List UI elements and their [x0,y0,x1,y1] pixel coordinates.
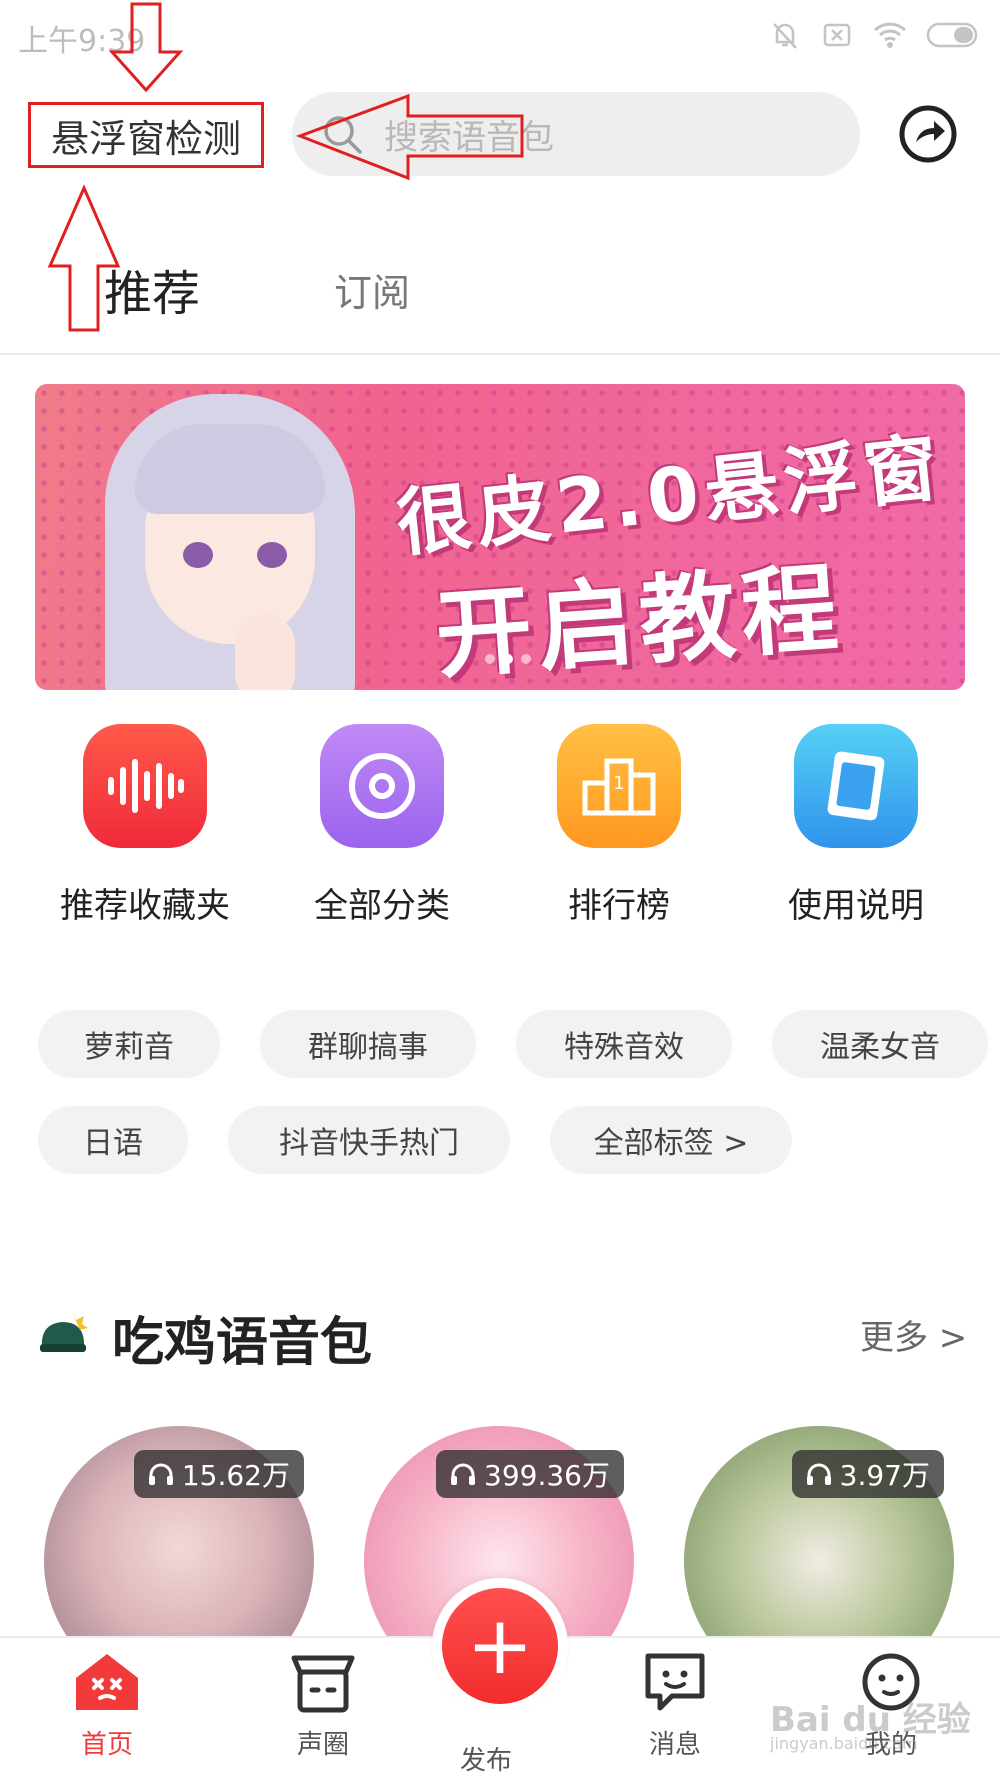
banner-character-eye [183,542,213,568]
headphones-icon [148,1463,173,1485]
tag-chip[interactable]: 日语 [38,1106,188,1174]
banner-pager [485,654,531,664]
voice-pack-card[interactable]: 3.97万 [678,1420,958,1640]
floating-window-check-label[interactable]: 悬浮窗检测 [28,102,264,168]
sim-off-icon [823,23,851,47]
search-icon [324,116,362,154]
banner-character-eye [257,542,287,568]
tag-chip[interactable]: 萝莉音 [38,1010,220,1078]
quick-entry-favorites[interactable]: 推荐收藏夹 [60,724,230,927]
quick-entry-label: 全部分类 [314,886,450,926]
quick-entry-ranking[interactable]: 1 排行榜 [534,724,704,927]
promo-banner[interactable]: 很皮2.0悬浮窗 开启教程 [35,384,965,690]
quick-entry-guide[interactable]: 使用说明 [771,724,941,927]
nav-circle-label: 声圈 [296,1730,349,1760]
svg-text:1: 1 [613,773,624,794]
waveform-icon [83,724,207,848]
listen-count-badge: 399.36万 [436,1450,624,1498]
nav-messages-label: 消息 [648,1730,701,1760]
tag-chip[interactable]: 温柔女音 [772,1010,988,1078]
quick-entry-label: 排行榜 [568,886,670,926]
pager-dot [521,654,531,664]
all-tags-chip[interactable]: 全部标签 > [550,1106,792,1174]
mute-bell-icon [773,23,797,49]
nav-home[interactable]: 首页 [42,1650,172,1761]
banner-subheadline: 开启教程 [432,551,848,690]
banner-character-bangs [135,424,325,514]
pager-dot [485,654,495,664]
voice-circle-icon [291,1655,355,1713]
quick-entry-label: 使用说明 [788,886,924,926]
plus-icon: + [442,1588,558,1704]
quick-entry-categories[interactable]: 全部分类 [297,724,467,927]
tabs-divider [0,353,1000,355]
search-placeholder: 搜索语音包 [384,117,554,158]
tag-chip[interactable]: 特殊音效 [516,1010,732,1078]
publish-button[interactable]: + [432,1578,568,1714]
status-time: 上午9:39 [18,24,146,59]
home-icon [76,1654,138,1710]
header-title: 悬浮窗检测 [50,116,241,161]
battery-icon [926,22,978,48]
search-bar[interactable]: 搜索语音包 [292,92,860,176]
listen-count-badge: 15.62万 [133,1450,304,1498]
status-icons [768,18,982,52]
pager-dot-active [503,654,513,664]
share-icon[interactable] [898,104,958,164]
listen-count: 399.36万 [484,1459,610,1492]
listen-count: 3.97万 [839,1459,930,1492]
tab-subscribe[interactable]: 订阅 [334,262,410,317]
quick-entry-label: 推荐收藏夹 [60,886,230,926]
voice-pack-card[interactable]: 15.62万 [38,1420,318,1640]
nav-messages[interactable]: 消息 [610,1650,740,1761]
message-icon [645,1653,705,1711]
headphones-icon [806,1463,831,1485]
watermark-url: jingyan.baidu.com [770,1734,918,1753]
nav-home-label: 首页 [80,1730,133,1760]
listen-count: 15.62万 [181,1459,290,1492]
headphones-icon [451,1463,476,1485]
helmet-icon [40,1312,88,1352]
publish-label: 发布 [460,1746,513,1776]
disc-icon [320,724,444,848]
banner-character-hand [235,614,295,690]
podium-icon: 1 [557,724,681,848]
wifi-icon [873,22,907,48]
tag-chip[interactable]: 群聊搞事 [260,1010,476,1078]
guide-book-icon [794,724,918,848]
listen-count-badge: 3.97万 [791,1450,944,1498]
tab-recommend[interactable]: 推荐 [104,254,200,324]
section-title: 吃鸡语音包 [112,1313,373,1373]
section-more-link[interactable]: 更多 > [860,1310,967,1359]
tag-chip[interactable]: 抖音快手热门 [228,1106,510,1174]
nav-circle[interactable]: 声圈 [258,1650,388,1761]
